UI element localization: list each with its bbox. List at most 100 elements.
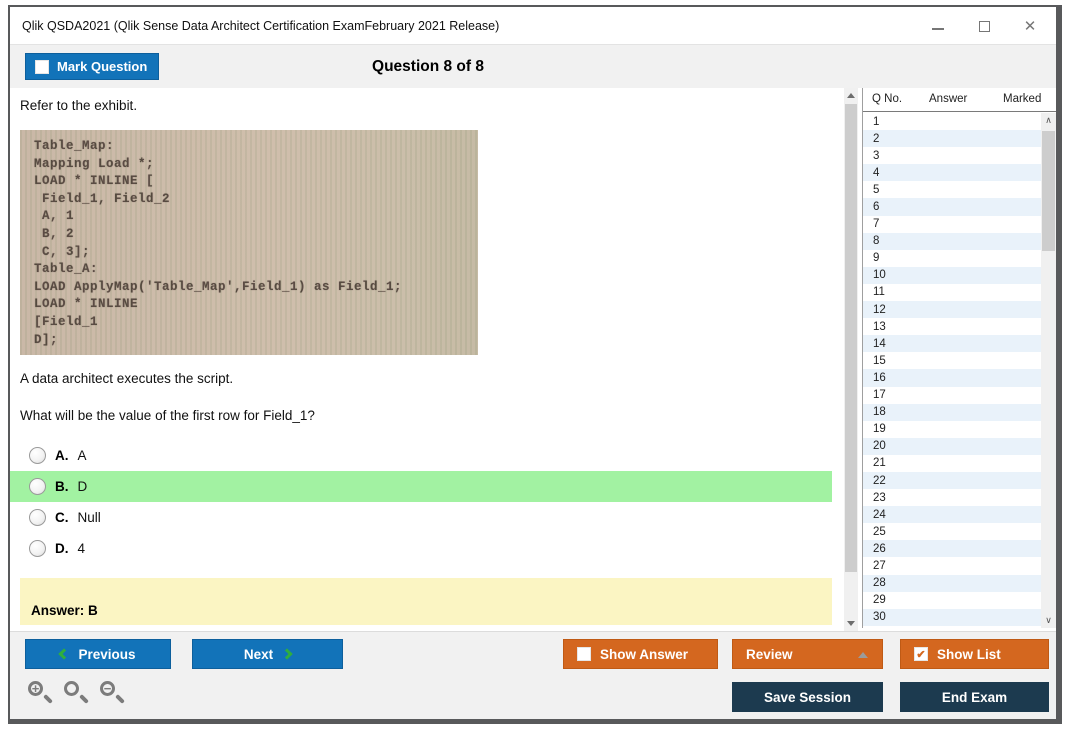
triangle-up-icon	[847, 93, 855, 98]
question-list-row[interactable]: 9	[863, 250, 1041, 267]
question-list-row[interactable]: 6	[863, 198, 1041, 215]
question-list-row[interactable]: 26	[863, 540, 1041, 557]
question-list-row[interactable]: 10	[863, 267, 1041, 284]
question-list-row[interactable]: 18	[863, 404, 1041, 421]
question-number: 15	[873, 355, 886, 367]
save-session-button[interactable]: Save Session	[732, 682, 883, 712]
question-number: 13	[873, 321, 886, 333]
question-number: 26	[873, 543, 886, 555]
window-controls: ✕	[930, 7, 1038, 45]
question-list-row[interactable]: 21	[863, 455, 1041, 472]
zoom-reset-icon[interactable]	[63, 680, 90, 707]
answer-option-a[interactable]: A.A	[10, 440, 832, 471]
show-list-button[interactable]: ✔ Show List	[900, 639, 1049, 669]
maximize-button[interactable]	[976, 18, 992, 34]
question-statement: A data architect executes the script.	[20, 371, 233, 386]
question-number: 16	[873, 372, 886, 384]
question-list-row[interactable]: 8	[863, 233, 1041, 250]
question-list-row[interactable]: 20	[863, 438, 1041, 455]
question-list-row[interactable]: 16	[863, 369, 1041, 386]
question-list-row[interactable]: 19	[863, 421, 1041, 438]
question-list-row[interactable]: 4	[863, 164, 1041, 181]
triangle-down-icon	[847, 621, 855, 626]
option-text: A	[78, 448, 87, 463]
exam-window: Qlik QSDA2021 (Qlik Sense Data Architect…	[8, 5, 1062, 724]
question-list-row[interactable]: 17	[863, 387, 1041, 404]
next-label: Next	[244, 647, 273, 662]
exhibit-code-line: [Field_1	[34, 314, 402, 332]
question-list-row[interactable]: 2	[863, 130, 1041, 147]
show-answer-button[interactable]: Show Answer	[563, 639, 718, 669]
minimize-button[interactable]	[930, 18, 946, 34]
list-scrollbar-thumb[interactable]	[1042, 131, 1055, 251]
content-scrollbar[interactable]	[844, 88, 858, 631]
close-icon: ✕	[1024, 19, 1037, 34]
question-number: 10	[873, 269, 886, 281]
question-list-row[interactable]: 28	[863, 575, 1041, 592]
question-number: 23	[873, 492, 886, 504]
question-number: 24	[873, 509, 886, 521]
question-list-scrollbar[interactable]: ∧ ∨	[1041, 113, 1056, 628]
exhibit-code-line: Table_A:	[34, 261, 402, 279]
review-dropdown[interactable]: Review	[732, 639, 883, 669]
exhibit-code-line: Field_1, Field_2	[34, 191, 402, 209]
question-list-row[interactable]: 13	[863, 318, 1041, 335]
question-list-row[interactable]: 24	[863, 506, 1041, 523]
previous-button[interactable]: Previous	[25, 639, 171, 669]
question-list-row[interactable]: 11	[863, 284, 1041, 301]
radio-button-c[interactable]	[29, 509, 46, 526]
zoom-in-icon[interactable]: +	[27, 680, 54, 707]
next-button[interactable]: Next	[192, 639, 343, 669]
radio-button-d[interactable]	[29, 540, 46, 557]
question-list-row[interactable]: 1	[863, 113, 1041, 130]
zoom-controls: + −	[27, 680, 126, 707]
show-answer-checkbox[interactable]	[577, 647, 591, 661]
question-list-row[interactable]: 12	[863, 301, 1041, 318]
option-letter: B.	[55, 479, 69, 494]
exhibit-code-line: B, 2	[34, 226, 402, 244]
question-number: 20	[873, 440, 886, 452]
question-number: 18	[873, 406, 886, 418]
question-list-row[interactable]: 25	[863, 523, 1041, 540]
question-text: What will be the value of the first row …	[20, 408, 315, 423]
option-text: Null	[78, 510, 101, 525]
footer-bar: Previous Next Show Answer Review ✔ Show …	[10, 631, 1056, 719]
question-list-row[interactable]: 14	[863, 335, 1041, 352]
answer-option-d[interactable]: D.4	[10, 533, 832, 564]
close-button[interactable]: ✕	[1022, 18, 1038, 34]
question-list-row[interactable]: 30	[863, 609, 1041, 626]
question-number: 3	[873, 150, 879, 162]
option-text: 4	[78, 541, 86, 556]
question-list-header: Q No. Answer Marked	[863, 88, 1056, 112]
column-header-marked: Marked	[1003, 93, 1041, 105]
radio-button-b[interactable]	[29, 478, 46, 495]
question-list-row[interactable]: 29	[863, 592, 1041, 609]
question-number: 22	[873, 475, 886, 487]
question-list-row[interactable]: 3	[863, 147, 1041, 164]
end-exam-button[interactable]: End Exam	[900, 682, 1049, 712]
save-session-label: Save Session	[764, 690, 851, 705]
question-number: 29	[873, 594, 886, 606]
scroll-up-button[interactable]	[844, 88, 858, 103]
show-list-checkbox[interactable]: ✔	[914, 647, 928, 661]
list-scroll-down-icon[interactable]: ∨	[1041, 613, 1056, 628]
zoom-out-icon[interactable]: −	[99, 680, 126, 707]
question-list-row[interactable]: 15	[863, 352, 1041, 369]
question-number: 21	[873, 457, 886, 469]
question-list-row[interactable]: 22	[863, 472, 1041, 489]
answer-option-b[interactable]: B.D	[10, 471, 832, 502]
question-number: 5	[873, 184, 879, 196]
end-exam-label: End Exam	[942, 690, 1007, 705]
question-number: 11	[873, 286, 885, 298]
answer-option-c[interactable]: C.Null	[10, 502, 832, 533]
scrollbar-thumb[interactable]	[845, 104, 857, 572]
question-list-row[interactable]: 5	[863, 181, 1041, 198]
list-scroll-up-icon[interactable]: ∧	[1041, 113, 1056, 128]
window-title: Qlik QSDA2021 (Qlik Sense Data Architect…	[22, 19, 499, 33]
radio-button-a[interactable]	[29, 447, 46, 464]
question-list-row[interactable]: 23	[863, 489, 1041, 506]
scroll-down-button[interactable]	[844, 616, 858, 631]
question-list-row[interactable]: 27	[863, 557, 1041, 574]
question-list-row[interactable]: 7	[863, 216, 1041, 233]
exhibit-code-line: D];	[34, 332, 402, 350]
